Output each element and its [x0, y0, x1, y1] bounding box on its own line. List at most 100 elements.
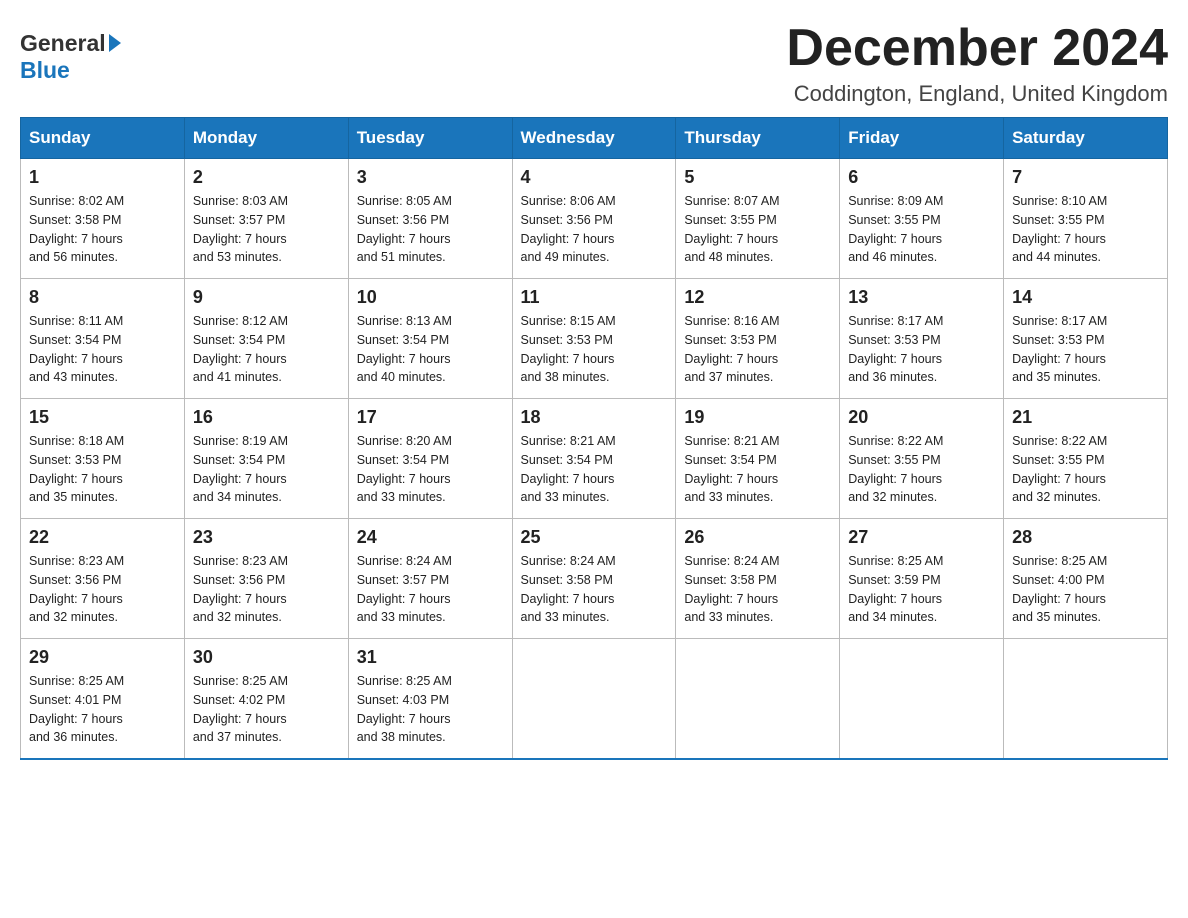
day-number: 31 [357, 647, 504, 668]
day-info: Sunrise: 8:22 AMSunset: 3:55 PMDaylight:… [1012, 434, 1107, 504]
day-number: 8 [29, 287, 176, 308]
day-info: Sunrise: 8:23 AMSunset: 3:56 PMDaylight:… [193, 554, 288, 624]
day-number: 1 [29, 167, 176, 188]
day-info: Sunrise: 8:09 AMSunset: 3:55 PMDaylight:… [848, 194, 943, 264]
day-number: 2 [193, 167, 340, 188]
calendar-cell: 27 Sunrise: 8:25 AMSunset: 3:59 PMDaylig… [840, 519, 1004, 639]
day-number: 13 [848, 287, 995, 308]
day-info: Sunrise: 8:02 AMSunset: 3:58 PMDaylight:… [29, 194, 124, 264]
header-row: Sunday Monday Tuesday Wednesday Thursday… [21, 118, 1168, 159]
calendar-cell: 25 Sunrise: 8:24 AMSunset: 3:58 PMDaylig… [512, 519, 676, 639]
calendar-cell: 10 Sunrise: 8:13 AMSunset: 3:54 PMDaylig… [348, 279, 512, 399]
day-info: Sunrise: 8:15 AMSunset: 3:53 PMDaylight:… [521, 314, 616, 384]
day-info: Sunrise: 8:21 AMSunset: 3:54 PMDaylight:… [684, 434, 779, 504]
day-number: 4 [521, 167, 668, 188]
day-number: 17 [357, 407, 504, 428]
day-info: Sunrise: 8:24 AMSunset: 3:58 PMDaylight:… [684, 554, 779, 624]
day-number: 20 [848, 407, 995, 428]
day-info: Sunrise: 8:16 AMSunset: 3:53 PMDaylight:… [684, 314, 779, 384]
calendar-cell: 24 Sunrise: 8:24 AMSunset: 3:57 PMDaylig… [348, 519, 512, 639]
day-info: Sunrise: 8:12 AMSunset: 3:54 PMDaylight:… [193, 314, 288, 384]
calendar-table: Sunday Monday Tuesday Wednesday Thursday… [20, 117, 1168, 760]
day-number: 22 [29, 527, 176, 548]
day-info: Sunrise: 8:05 AMSunset: 3:56 PMDaylight:… [357, 194, 452, 264]
calendar-cell: 3 Sunrise: 8:05 AMSunset: 3:56 PMDayligh… [348, 159, 512, 279]
calendar-cell: 31 Sunrise: 8:25 AMSunset: 4:03 PMDaylig… [348, 639, 512, 759]
day-number: 19 [684, 407, 831, 428]
day-info: Sunrise: 8:07 AMSunset: 3:55 PMDaylight:… [684, 194, 779, 264]
calendar-cell [840, 639, 1004, 759]
page-header: General Blue December 2024 Coddington, E… [20, 20, 1168, 107]
header-saturday: Saturday [1004, 118, 1168, 159]
calendar-cell [676, 639, 840, 759]
calendar-cell: 5 Sunrise: 8:07 AMSunset: 3:55 PMDayligh… [676, 159, 840, 279]
day-number: 7 [1012, 167, 1159, 188]
day-info: Sunrise: 8:25 AMSunset: 4:00 PMDaylight:… [1012, 554, 1107, 624]
day-number: 18 [521, 407, 668, 428]
calendar-cell: 22 Sunrise: 8:23 AMSunset: 3:56 PMDaylig… [21, 519, 185, 639]
calendar-subtitle: Coddington, England, United Kingdom [786, 81, 1168, 107]
day-info: Sunrise: 8:17 AMSunset: 3:53 PMDaylight:… [848, 314, 943, 384]
calendar-cell: 7 Sunrise: 8:10 AMSunset: 3:55 PMDayligh… [1004, 159, 1168, 279]
day-info: Sunrise: 8:06 AMSunset: 3:56 PMDaylight:… [521, 194, 616, 264]
day-number: 27 [848, 527, 995, 548]
day-number: 30 [193, 647, 340, 668]
day-info: Sunrise: 8:23 AMSunset: 3:56 PMDaylight:… [29, 554, 124, 624]
header-friday: Friday [840, 118, 1004, 159]
calendar-cell: 28 Sunrise: 8:25 AMSunset: 4:00 PMDaylig… [1004, 519, 1168, 639]
day-number: 21 [1012, 407, 1159, 428]
calendar-cell: 8 Sunrise: 8:11 AMSunset: 3:54 PMDayligh… [21, 279, 185, 399]
day-number: 29 [29, 647, 176, 668]
day-info: Sunrise: 8:18 AMSunset: 3:53 PMDaylight:… [29, 434, 124, 504]
logo-triangle-icon [109, 34, 121, 52]
calendar-cell: 19 Sunrise: 8:21 AMSunset: 3:54 PMDaylig… [676, 399, 840, 519]
day-number: 9 [193, 287, 340, 308]
calendar-cell: 17 Sunrise: 8:20 AMSunset: 3:54 PMDaylig… [348, 399, 512, 519]
day-number: 15 [29, 407, 176, 428]
title-section: December 2024 Coddington, England, Unite… [786, 20, 1168, 107]
calendar-cell [1004, 639, 1168, 759]
day-number: 11 [521, 287, 668, 308]
calendar-cell: 9 Sunrise: 8:12 AMSunset: 3:54 PMDayligh… [184, 279, 348, 399]
day-info: Sunrise: 8:10 AMSunset: 3:55 PMDaylight:… [1012, 194, 1107, 264]
calendar-cell: 20 Sunrise: 8:22 AMSunset: 3:55 PMDaylig… [840, 399, 1004, 519]
day-info: Sunrise: 8:21 AMSunset: 3:54 PMDaylight:… [521, 434, 616, 504]
day-number: 3 [357, 167, 504, 188]
calendar-cell: 23 Sunrise: 8:23 AMSunset: 3:56 PMDaylig… [184, 519, 348, 639]
calendar-cell: 13 Sunrise: 8:17 AMSunset: 3:53 PMDaylig… [840, 279, 1004, 399]
header-wednesday: Wednesday [512, 118, 676, 159]
day-info: Sunrise: 8:03 AMSunset: 3:57 PMDaylight:… [193, 194, 288, 264]
day-info: Sunrise: 8:19 AMSunset: 3:54 PMDaylight:… [193, 434, 288, 504]
day-number: 5 [684, 167, 831, 188]
calendar-cell: 15 Sunrise: 8:18 AMSunset: 3:53 PMDaylig… [21, 399, 185, 519]
day-info: Sunrise: 8:24 AMSunset: 3:57 PMDaylight:… [357, 554, 452, 624]
day-info: Sunrise: 8:25 AMSunset: 4:03 PMDaylight:… [357, 674, 452, 744]
calendar-cell: 1 Sunrise: 8:02 AMSunset: 3:58 PMDayligh… [21, 159, 185, 279]
header-sunday: Sunday [21, 118, 185, 159]
day-number: 6 [848, 167, 995, 188]
day-number: 14 [1012, 287, 1159, 308]
calendar-cell [512, 639, 676, 759]
day-info: Sunrise: 8:17 AMSunset: 3:53 PMDaylight:… [1012, 314, 1107, 384]
day-number: 10 [357, 287, 504, 308]
calendar-cell: 26 Sunrise: 8:24 AMSunset: 3:58 PMDaylig… [676, 519, 840, 639]
day-info: Sunrise: 8:20 AMSunset: 3:54 PMDaylight:… [357, 434, 452, 504]
day-info: Sunrise: 8:25 AMSunset: 4:02 PMDaylight:… [193, 674, 288, 744]
day-number: 23 [193, 527, 340, 548]
day-info: Sunrise: 8:25 AMSunset: 4:01 PMDaylight:… [29, 674, 124, 744]
calendar-cell: 14 Sunrise: 8:17 AMSunset: 3:53 PMDaylig… [1004, 279, 1168, 399]
day-number: 28 [1012, 527, 1159, 548]
calendar-cell: 16 Sunrise: 8:19 AMSunset: 3:54 PMDaylig… [184, 399, 348, 519]
day-number: 25 [521, 527, 668, 548]
calendar-cell: 30 Sunrise: 8:25 AMSunset: 4:02 PMDaylig… [184, 639, 348, 759]
logo-general-text: General [20, 30, 106, 57]
calendar-title: December 2024 [786, 20, 1168, 77]
calendar-cell: 6 Sunrise: 8:09 AMSunset: 3:55 PMDayligh… [840, 159, 1004, 279]
day-number: 12 [684, 287, 831, 308]
day-info: Sunrise: 8:13 AMSunset: 3:54 PMDaylight:… [357, 314, 452, 384]
calendar-cell: 12 Sunrise: 8:16 AMSunset: 3:53 PMDaylig… [676, 279, 840, 399]
logo-blue-text: Blue [20, 57, 70, 83]
day-number: 24 [357, 527, 504, 548]
day-info: Sunrise: 8:22 AMSunset: 3:55 PMDaylight:… [848, 434, 943, 504]
header-monday: Monday [184, 118, 348, 159]
